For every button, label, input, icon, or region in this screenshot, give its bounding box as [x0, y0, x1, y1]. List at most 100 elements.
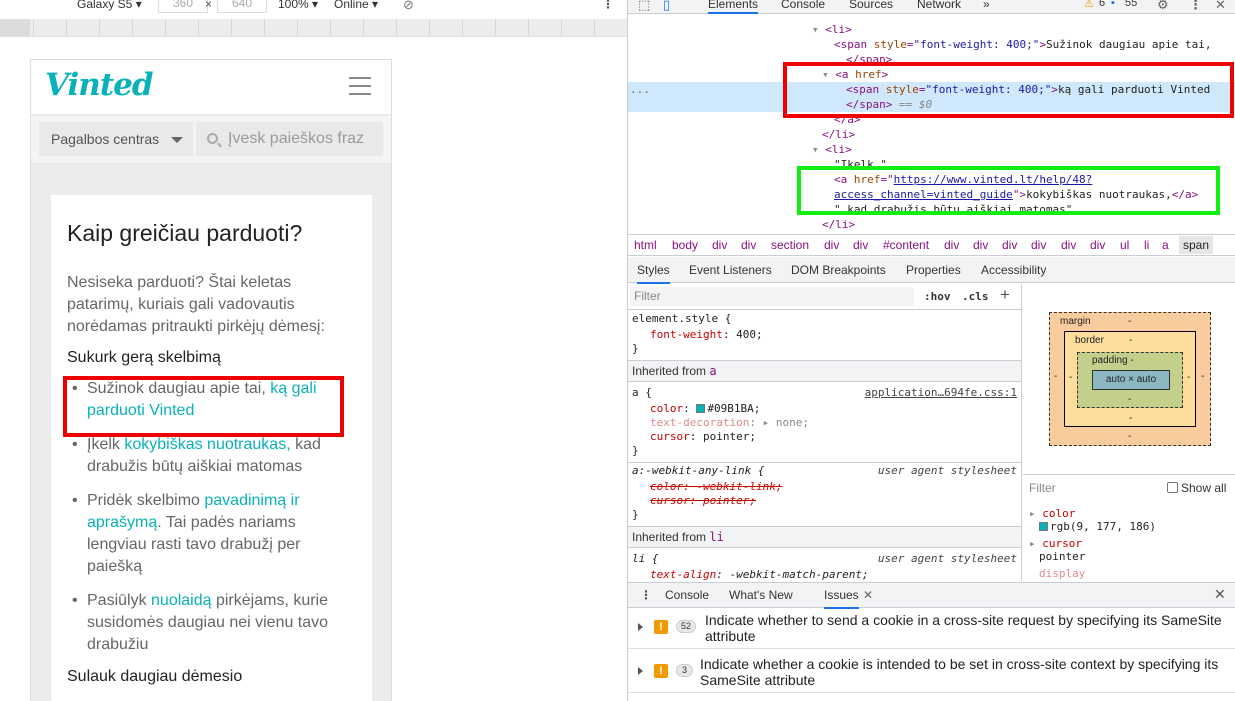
tab-accessibility[interactable]: Accessibility [981, 263, 1046, 277]
box-model-padding[interactable]: padding - - auto × auto [1077, 352, 1183, 408]
crumb[interactable]: div [1031, 238, 1046, 252]
computed-filter-input[interactable]: Filter [1029, 481, 1056, 495]
li-rule-selector[interactable]: li { [632, 552, 659, 566]
color-swatch[interactable] [696, 404, 706, 413]
close-drawer-icon[interactable]: ✕ [1214, 586, 1226, 603]
tab-sources[interactable]: Sources [849, 0, 893, 11]
drawer-tab-console[interactable]: Console [665, 588, 709, 602]
issue-text: Indicate whether a cookie is intended to… [700, 656, 1219, 688]
tab-properties[interactable]: Properties [906, 263, 961, 277]
element-style-selector[interactable]: element.style { [632, 312, 731, 326]
crumb[interactable]: div [1002, 238, 1017, 252]
crumb[interactable]: div [944, 238, 959, 252]
style-declaration-overridden[interactable]: text-decoration: ▸ none; [650, 416, 809, 430]
height-input[interactable]: 640 [217, 0, 267, 13]
width-input[interactable]: 360 [158, 0, 208, 13]
tab-event-listeners[interactable]: Event Listeners [689, 263, 772, 277]
warnings-count[interactable]: 6 [1099, 0, 1105, 9]
close-tab-icon[interactable]: ✕ [863, 588, 873, 602]
box-model-margin[interactable]: margin - - - - border - - - - padding - … [1049, 312, 1211, 446]
expand-arrow-icon[interactable] [638, 623, 643, 631]
more-options-icon[interactable]: ⋮ [602, 0, 614, 11]
close-devtools-icon[interactable]: ✕ [1215, 0, 1226, 13]
style-declaration-overridden[interactable]: cursor: pointer; [650, 494, 756, 508]
crumb[interactable]: html [634, 238, 657, 252]
crumb[interactable]: div [824, 238, 839, 252]
computed-property[interactable]: ▸ color [1029, 507, 1075, 520]
tab-console[interactable]: Console [781, 0, 825, 11]
dom-line[interactable]: <span style="font-weight: 400;">Sužinok … [834, 37, 1212, 52]
crumb[interactable]: #content [883, 238, 929, 252]
style-declaration[interactable]: cursor: pointer; [650, 430, 756, 444]
expand-arrow-icon[interactable] [638, 667, 643, 675]
crumb[interactable]: div [1061, 238, 1076, 252]
cls-toggle[interactable]: .cls [962, 290, 989, 303]
crumb[interactable]: li [1144, 238, 1149, 252]
user-agent-label: user agent stylesheet [877, 464, 1017, 477]
computed-value: rgb(9, 177, 186) [1039, 520, 1156, 533]
computed-property[interactable]: display [1039, 567, 1085, 580]
device-select[interactable]: Galaxy S5 ▾ [77, 0, 142, 11]
issue-row[interactable]: ! 3 Indicate whether a cookie is intende… [628, 653, 1235, 693]
issue-count-badge: 3 [676, 664, 693, 677]
drawer-menu-icon[interactable]: ⋮ [640, 588, 652, 602]
warning-icon[interactable]: ⚠ [1084, 0, 1094, 10]
styles-filter-input[interactable] [630, 287, 914, 306]
rule-close: } [632, 342, 639, 355]
dom-line[interactable]: </li> [822, 127, 855, 142]
settings-gear-icon[interactable]: ⚙ [1157, 0, 1169, 13]
crumb[interactable]: div [973, 238, 988, 252]
box-model-content[interactable]: auto × auto [1092, 370, 1170, 390]
crumb[interactable]: div [741, 238, 756, 252]
crumb[interactable]: body [672, 238, 698, 252]
crumb[interactable]: div [712, 238, 727, 252]
style-declaration[interactable]: font-weight: 400; [650, 328, 763, 342]
style-declaration-overridden[interactable]: color: -webkit-link; [650, 480, 782, 494]
style-declaration[interactable]: text-align: -webkit-match-parent; [650, 568, 869, 581]
drawer-tab-whats-new[interactable]: What's New [729, 588, 793, 602]
vinted-logo[interactable]: Vinted [45, 67, 154, 103]
show-all-checkbox[interactable]: Show all [1167, 481, 1226, 495]
crumb[interactable]: div [853, 238, 868, 252]
rotate-icon[interactable]: ⊘ [403, 0, 414, 13]
inherited-from-a-header: Inherited from a [628, 360, 1021, 382]
search-input[interactable]: Įvesk paieškos fraz [196, 122, 383, 156]
crumb-selected[interactable]: span [1179, 236, 1214, 254]
box-model-border[interactable]: border - - - - padding - - auto × auto [1064, 331, 1196, 427]
crumb[interactable]: div [1090, 238, 1105, 252]
issue-count-badge: 52 [676, 620, 697, 633]
crumb[interactable]: section [771, 238, 809, 252]
dom-line[interactable]: ▾ <li> [812, 22, 852, 37]
dom-line[interactable]: ▾ <li> [812, 142, 852, 157]
style-declaration[interactable]: color: #09B1BA; [650, 402, 760, 416]
more-options-icon[interactable]: ⋮ [1189, 0, 1202, 13]
tab-network[interactable]: Network [917, 0, 961, 11]
computed-property[interactable]: ▸ cursor [1029, 537, 1082, 550]
item-link[interactable]: kokybiškas nuotraukas, [124, 436, 290, 453]
stylesheet-source-link[interactable]: application…694fe.css:1 [865, 386, 1017, 399]
zoom-select[interactable]: 100% ▾ [278, 0, 318, 11]
media-query-ruler [0, 19, 627, 37]
drawer-tab-issues[interactable]: Issues [824, 588, 859, 609]
crumb[interactable]: a [1162, 238, 1169, 252]
dom-line[interactable]: </li> [822, 217, 855, 232]
webkit-link-selector[interactable]: a:-webkit-any-link { [632, 464, 764, 478]
help-center-select[interactable]: Pagalbos centras [39, 122, 193, 156]
inspect-icon[interactable]: ⬚ [638, 0, 650, 13]
more-tabs-button[interactable]: » [983, 0, 990, 11]
hov-toggle[interactable]: :hov [924, 290, 951, 303]
node-ellipsis[interactable]: ... [630, 82, 650, 97]
item-link[interactable]: nuolaidą [151, 592, 212, 609]
a-rule-selector[interactable]: a { [632, 386, 652, 400]
hamburger-menu-icon[interactable] [349, 77, 371, 95]
crumb[interactable]: ul [1120, 238, 1129, 252]
add-rule-icon[interactable]: + [1000, 285, 1010, 305]
message-icon[interactable]: ▪ [1111, 0, 1115, 9]
network-select[interactable]: Online ▾ [334, 0, 378, 11]
tab-dom-breakpoints[interactable]: DOM Breakpoints [791, 263, 886, 277]
issue-row[interactable]: ! 52 Indicate whether to send a cookie i… [628, 609, 1235, 649]
tab-styles[interactable]: Styles [637, 263, 670, 284]
tab-elements[interactable]: Elements [708, 0, 759, 14]
messages-count[interactable]: 55 [1125, 0, 1137, 9]
device-toggle-icon[interactable]: ▯ [663, 0, 670, 13]
